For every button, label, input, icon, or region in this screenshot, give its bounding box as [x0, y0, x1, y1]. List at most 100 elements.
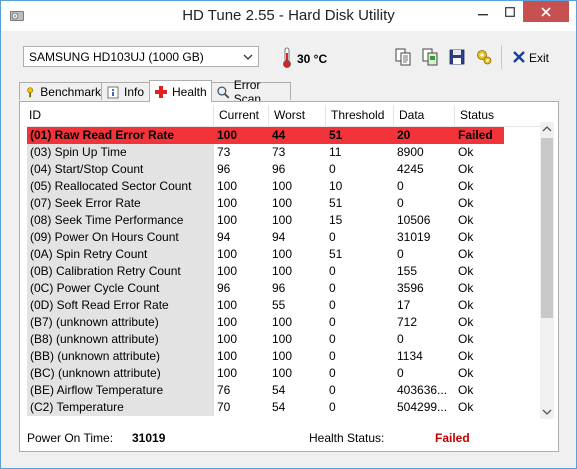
cell-data: 17 [397, 298, 411, 312]
maximize-icon [504, 6, 515, 17]
cell-worst: 94 [272, 230, 286, 244]
toolbar-separator [501, 45, 502, 69]
cell-worst: 100 [272, 179, 293, 193]
cell-id: (BC) (unknown attribute) [27, 365, 214, 382]
save-icon[interactable] [448, 48, 466, 66]
table-row[interactable]: (04) Start/Stop Count 96 96 0 4245 Ok [27, 161, 504, 178]
exit-button[interactable]: Exit [529, 51, 549, 65]
cell-data: 712 [397, 315, 418, 329]
cell-id: (0C) Power Cycle Count [27, 280, 214, 297]
cell-threshold: 51 [329, 128, 343, 142]
power-on-value: 31019 [132, 431, 166, 445]
cell-current: 96 [217, 162, 231, 176]
cell-status: Ok [458, 162, 474, 176]
tab-info[interactable]: Info [101, 82, 150, 100]
cell-worst: 100 [272, 213, 293, 227]
table-row[interactable]: (0D) Soft Read Error Rate 100 55 0 17 Ok [27, 297, 504, 314]
magnifier-icon [217, 86, 230, 99]
cell-threshold: 0 [329, 349, 336, 363]
drive-select[interactable]: SAMSUNG HD103UJ (1000 GB) [23, 46, 259, 67]
cell-status: Ok [458, 247, 474, 261]
cell-status: Ok [458, 400, 474, 414]
cell-status: Ok [458, 145, 474, 159]
tab-info-label: Info [124, 84, 145, 99]
header-threshold[interactable]: Threshold [326, 105, 394, 126]
copy-text-icon[interactable] [394, 48, 412, 66]
status-footer: Power On Time: 31019 Health Status: Fail… [19, 423, 559, 451]
cell-data: 1134 [397, 349, 423, 363]
table-row[interactable]: (0C) Power Cycle Count 96 96 0 3596 Ok [27, 280, 504, 297]
cell-status: Ok [458, 196, 474, 210]
close-icon [541, 6, 551, 17]
cell-data: 0 [397, 366, 404, 380]
table-row[interactable]: (B8) (unknown attribute) 100 100 0 0 Ok [27, 331, 504, 348]
cell-threshold: 0 [329, 383, 336, 397]
vertical-scrollbar[interactable] [540, 122, 554, 419]
cell-status: Ok [458, 213, 474, 227]
table-row[interactable]: (BC) (unknown attribute) 100 100 0 0 Ok [27, 365, 504, 382]
tab-error-scan[interactable]: Error Scan [211, 78, 291, 106]
table-row[interactable]: (09) Power On Hours Count 94 94 0 31019 Ok [27, 229, 504, 246]
header-worst[interactable]: Worst [269, 105, 326, 126]
cell-worst: 54 [272, 400, 286, 414]
cell-threshold: 10 [329, 179, 343, 193]
table-row[interactable]: (07) Seek Error Rate 100 100 51 0 Ok [27, 195, 504, 212]
options-icon[interactable] [475, 48, 493, 66]
table-row[interactable]: (01) Raw Read Error Rate 100 44 51 20 Failed [27, 127, 504, 144]
table-row[interactable]: (03) Spin Up Time 73 73 11 8900 Ok [27, 144, 504, 161]
header-status[interactable]: Status [455, 105, 540, 126]
cell-status: Failed [458, 128, 493, 142]
table-row[interactable]: (05) Reallocated Sector Count 100 100 10 0 Ok [27, 178, 504, 195]
cell-data: 0 [397, 179, 404, 193]
header-data[interactable]: Data [394, 105, 455, 126]
maximize-button[interactable] [496, 1, 523, 22]
cell-id: (B8) (unknown attribute) [27, 331, 214, 348]
drive-select-value: SAMSUNG HD103UJ (1000 GB) [29, 50, 204, 64]
exit-icon[interactable] [512, 50, 526, 64]
cell-threshold: 51 [329, 247, 343, 261]
cell-status: Ok [458, 298, 474, 312]
scroll-up-icon[interactable] [540, 122, 554, 136]
cell-current: 100 [217, 247, 238, 261]
cell-worst: 73 [272, 145, 286, 159]
table-row[interactable]: (0B) Calibration Retry Count 100 100 0 155 Ok [27, 263, 504, 280]
table-row[interactable]: (08) Seek Time Performance 100 100 15 10506 O… [27, 212, 504, 229]
table-row[interactable]: (BB) (unknown attribute) 100 100 0 1134 Ok [27, 348, 504, 365]
cell-current: 100 [217, 128, 238, 142]
copy-screenshot-icon[interactable] [421, 48, 439, 66]
cell-worst: 100 [272, 366, 293, 380]
header-id[interactable]: ID [24, 105, 214, 126]
cell-id: (03) Spin Up Time [27, 144, 214, 161]
table-header: ID Current Worst Threshold Data Status [24, 105, 540, 127]
toolbar: SAMSUNG HD103UJ (1000 GB) 30 °C Exit [1, 31, 576, 78]
app-window: HD Tune 2.55 - Hard Disk Utility SAMSUNG… [0, 0, 577, 469]
minimize-button[interactable] [469, 1, 496, 22]
cell-id: (04) Start/Stop Count [27, 161, 214, 178]
table-row[interactable]: (BE) Airflow Temperature 76 54 0 403636... Ok [27, 382, 504, 399]
cell-threshold: 0 [329, 400, 336, 414]
tab-benchmark[interactable]: Benchmark [19, 82, 102, 100]
scrollbar-thumb[interactable] [541, 138, 553, 318]
cell-worst: 100 [272, 196, 293, 210]
tab-health[interactable]: Health [149, 80, 212, 102]
scroll-down-icon[interactable] [540, 405, 554, 419]
cell-id: (0A) Spin Retry Count [27, 246, 214, 263]
header-current[interactable]: Current [214, 105, 269, 126]
cell-data: 155 [397, 264, 418, 278]
cell-id: (09) Power On Hours Count [27, 229, 214, 246]
cell-threshold: 0 [329, 315, 336, 329]
cell-id: (0B) Calibration Retry Count [27, 263, 214, 280]
cell-worst: 44 [272, 128, 286, 142]
cell-status: Ok [458, 366, 474, 380]
cell-threshold: 11 [329, 145, 342, 159]
thermometer-icon [283, 47, 291, 68]
cell-data: 0 [397, 196, 404, 210]
cell-threshold: 51 [329, 196, 343, 210]
table-row[interactable]: (B7) (unknown attribute) 100 100 0 712 Ok [27, 314, 504, 331]
table-row[interactable]: (C2) Temperature 70 54 0 504299... Ok [27, 399, 504, 416]
close-button[interactable] [523, 1, 569, 22]
table-row[interactable]: (0A) Spin Retry Count 100 100 51 0 Ok [27, 246, 504, 263]
cell-status: Ok [458, 281, 474, 295]
cell-status: Ok [458, 332, 474, 346]
cell-data: 4245 [397, 162, 424, 176]
